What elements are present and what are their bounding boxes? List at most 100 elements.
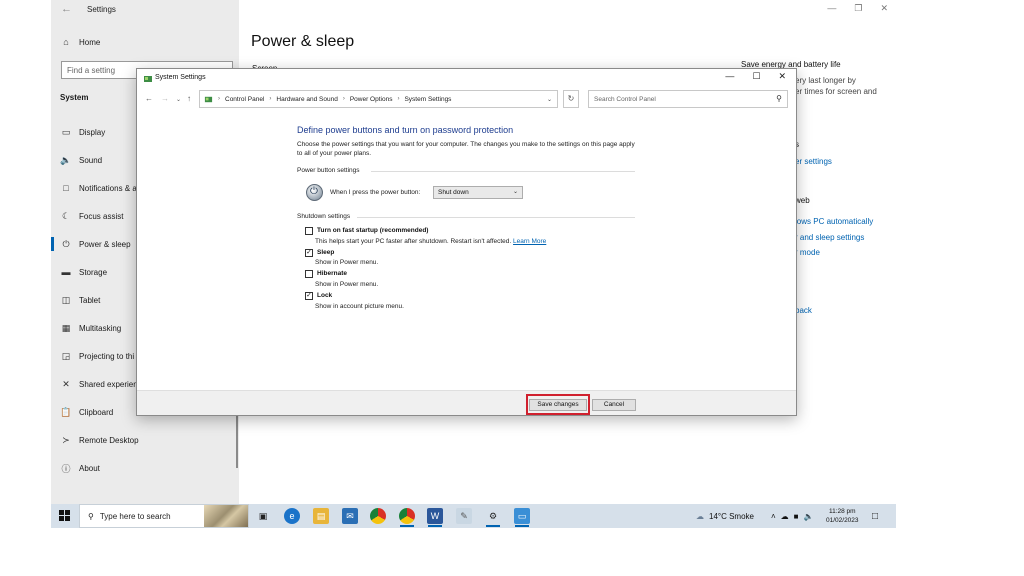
option-label: Lock: [317, 292, 333, 299]
shutdown-section-label: Shutdown settings: [297, 213, 351, 220]
chrome-icon[interactable]: [370, 508, 386, 524]
sidebar-item-label: Tablet: [79, 295, 101, 305]
save-changes-button[interactable]: Save changes: [529, 399, 587, 411]
learn-more-link[interactable]: Learn More: [513, 238, 546, 245]
sleep-checkbox[interactable]: ✓: [305, 249, 313, 257]
back-arrow-icon[interactable]: ←: [61, 3, 72, 15]
clock-date: 01/02/2023: [826, 517, 859, 524]
lock-checkbox[interactable]: ✓: [305, 292, 313, 300]
sleep-option[interactable]: ✓ Sleep: [305, 249, 334, 257]
breadcrumb-hardware-sound[interactable]: Hardware and Sound: [276, 96, 337, 103]
clock-time: 11:28 pm: [828, 508, 856, 515]
storage-icon: ▬: [61, 267, 71, 277]
page-title: Power & sleep: [251, 33, 355, 50]
home-nav-item[interactable]: ⌂ Home: [61, 37, 100, 47]
fast-startup-option[interactable]: Turn on fast startup (recommended): [305, 227, 428, 235]
sidebar-item-label: Power & sleep: [79, 239, 131, 249]
control-panel-search-input[interactable]: Search Control Panel ⚲: [588, 90, 788, 108]
side-link-mode[interactable]: r mode: [795, 248, 820, 257]
cancel-button[interactable]: Cancel: [592, 399, 636, 411]
dialog-window-controls: — ☐ ✕: [725, 71, 786, 82]
power-button-icon: [306, 184, 323, 201]
back-arrow-icon[interactable]: ←: [145, 94, 153, 103]
forward-arrow-icon[interactable]: →: [161, 94, 169, 103]
windows-start-icon[interactable]: [59, 510, 70, 521]
home-icon: ⌂: [63, 37, 69, 47]
sidebar-item-label: Projecting to thi: [79, 351, 135, 361]
option-sub-text: Show in Power menu.: [315, 259, 379, 266]
mail-icon[interactable]: ✉: [342, 508, 358, 524]
section-divider: [357, 217, 635, 218]
hibernate-checkbox[interactable]: [305, 270, 313, 278]
option-label: Sleep: [317, 249, 335, 256]
option-sub-text: This helps start your PC faster after sh…: [315, 238, 512, 245]
chrome-profile-icon[interactable]: [399, 508, 415, 524]
fast-startup-description: This helps start your PC faster after sh…: [315, 238, 546, 245]
onedrive-icon[interactable]: ☁: [781, 512, 789, 521]
breadcrumb-system-settings[interactable]: System Settings: [404, 96, 451, 103]
sidebar-item-label: Sound: [79, 155, 103, 165]
control-panel-taskbar-icon[interactable]: ▭: [514, 508, 530, 524]
dialog-title: System Settings: [155, 74, 206, 81]
sidebar-item-about[interactable]: ⓘ About: [51, 457, 239, 479]
power-button-action-select[interactable]: Shut down ⌄: [433, 186, 523, 199]
control-panel-icon: [204, 96, 213, 102]
focus-assist-icon: ☾: [61, 210, 71, 221]
taskbar-search-box[interactable]: ⚲ Type here to search: [79, 504, 249, 528]
sidebar-item-label: Storage: [79, 267, 108, 277]
lock-option[interactable]: ✓ Lock: [305, 292, 332, 300]
close-icon[interactable]: ✕: [880, 3, 888, 14]
maximize-icon[interactable]: ☐: [752, 71, 760, 82]
volume-icon[interactable]: 🔈: [804, 512, 814, 521]
sidebar-item-label: Display: [79, 127, 106, 137]
multitasking-icon: ▦: [61, 322, 71, 333]
side-link-allows-pc[interactable]: lows PC automatically: [795, 217, 873, 226]
option-label: Hibernate: [317, 270, 347, 277]
side-text-2: er times for screen and: [795, 87, 877, 96]
minimize-icon[interactable]: —: [827, 3, 836, 14]
task-view-icon[interactable]: ▣: [255, 508, 271, 524]
sidebar-item-label: Remote Desktop: [79, 435, 139, 445]
settings-gear-icon[interactable]: ⚙: [485, 508, 501, 524]
address-bar[interactable]: › Control Panel › Hardware and Sound › P…: [199, 90, 558, 108]
option-sub-text: Show in Power menu.: [315, 281, 379, 288]
minimize-icon[interactable]: —: [725, 71, 734, 82]
weather-cloud-icon: ☁: [696, 511, 704, 521]
search-icon[interactable]: ⚲: [776, 94, 782, 103]
breadcrumb-power-options[interactable]: Power Options: [350, 96, 393, 103]
restore-icon[interactable]: ❐: [854, 3, 862, 14]
active-app-indicator: [400, 525, 414, 527]
chevron-up-icon[interactable]: ˄: [771, 512, 776, 521]
hibernate-option[interactable]: Hibernate: [305, 270, 347, 278]
side-link-power-sleep-settings[interactable]: r and sleep settings: [795, 233, 864, 242]
tablet-icon: ◫: [61, 294, 71, 305]
network-icon[interactable]: ■: [794, 512, 799, 521]
notifications-icon[interactable]: □: [872, 504, 878, 528]
recent-dropdown-icon[interactable]: ⌄: [176, 96, 181, 103]
side-text-1: ery last longer by: [795, 76, 856, 85]
side-link-feedback[interactable]: back: [795, 306, 812, 315]
taskbar-clock[interactable]: 11:28 pm 01/02/2023: [826, 507, 859, 525]
weather-widget[interactable]: ☁ 14°C Smoke: [696, 504, 754, 528]
sidebar-item-label: Focus assist: [79, 211, 124, 221]
refresh-icon[interactable]: ↻: [563, 90, 579, 108]
word-icon[interactable]: W: [427, 508, 443, 524]
dialog-content: Define power buttons and turn on passwor…: [137, 109, 796, 387]
breadcrumb-separator-icon: ›: [397, 96, 400, 102]
address-dropdown-icon[interactable]: ⌄: [547, 96, 552, 103]
projecting-icon: ◲: [61, 350, 71, 361]
fast-startup-checkbox[interactable]: [305, 227, 313, 235]
clipboard-icon: 📋: [60, 406, 72, 417]
option-sub-text: Show in account picture menu.: [315, 303, 404, 310]
close-icon[interactable]: ✕: [778, 71, 786, 82]
power-button-section-label: Power button settings: [297, 167, 360, 174]
breadcrumb-control-panel[interactable]: Control Panel: [225, 96, 264, 103]
file-explorer-icon[interactable]: ▤: [313, 508, 329, 524]
paint-icon[interactable]: ✎: [456, 508, 472, 524]
side-link-power-settings[interactable]: er settings: [795, 157, 832, 166]
sidebar-item-remote-desktop[interactable]: ≻ Remote Desktop: [51, 429, 239, 451]
sidebar-item-label: Notifications & a: [79, 183, 137, 193]
sidebar-item-label: Clipboard: [79, 407, 114, 417]
up-arrow-icon[interactable]: ↑: [187, 94, 191, 103]
edge-browser-icon[interactable]: e: [284, 508, 300, 524]
